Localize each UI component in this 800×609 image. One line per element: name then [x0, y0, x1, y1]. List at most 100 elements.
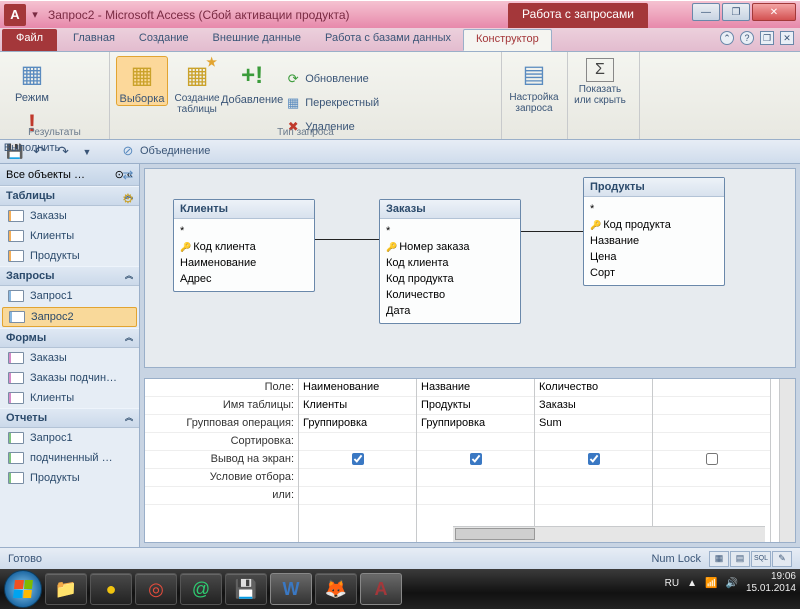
- pivot-view-icon[interactable]: ▤: [730, 551, 750, 567]
- make-table-button[interactable]: ▦★ Создание таблицы: [171, 57, 223, 115]
- table-box-orders[interactable]: Заказы * Номер заказа Код клиента Код пр…: [379, 199, 521, 324]
- workspace: Все объекты … ⊙ « Таблицы︽ Заказы Клиент…: [0, 164, 800, 547]
- taskbar-word[interactable]: W: [270, 573, 312, 605]
- grid-col-3[interactable]: Количество Заказы Sum: [535, 379, 653, 542]
- view-switcher: ▦ ▤ SQL ✎: [709, 551, 792, 567]
- sql-view-icon[interactable]: SQL: [751, 551, 771, 567]
- scrollbar-thumb[interactable]: [455, 528, 535, 540]
- ribbon-help-controls: ⌃ ? ❐ ✕: [720, 31, 794, 45]
- design-view-icon[interactable]: ✎: [772, 551, 792, 567]
- select-query-button[interactable]: ▦ Выборка: [116, 56, 168, 106]
- nav-item-query1[interactable]: Запрос1: [0, 286, 139, 306]
- ribbon-group-setup: ▤ Настройка запроса: [502, 52, 568, 139]
- table-box-header: Заказы: [380, 200, 520, 219]
- nav-item-report-query1[interactable]: Запрос1: [0, 428, 139, 448]
- nav-item-report-sub[interactable]: подчиненный …: [0, 448, 139, 468]
- datasheet-view-icon[interactable]: ▦: [709, 551, 729, 567]
- show-checkbox[interactable]: [588, 453, 600, 465]
- tray-clock[interactable]: 19:06 15.01.2014: [746, 571, 796, 595]
- relationship-line: [521, 231, 583, 232]
- tables-diagram-pane[interactable]: Клиенты * Код клиента Наименование Адрес…: [144, 168, 796, 368]
- taskbar-mail[interactable]: @: [180, 573, 222, 605]
- nav-item-report-products[interactable]: Продукты: [0, 468, 139, 488]
- status-ready: Готово: [8, 553, 42, 565]
- taskbar-access[interactable]: A: [360, 573, 402, 605]
- nav-item-form-clients[interactable]: Клиенты: [0, 388, 139, 408]
- tab-home[interactable]: Главная: [61, 29, 127, 51]
- query-design-grid: Поле: Имя таблицы: Групповая операция: С…: [144, 378, 796, 543]
- table-box-header: Клиенты: [174, 200, 314, 219]
- table-box-clients[interactable]: Клиенты * Код клиента Наименование Адрес: [173, 199, 315, 292]
- nav-item-form-orders[interactable]: Заказы: [0, 348, 139, 368]
- union-button[interactable]: ⊘Объединение: [116, 140, 214, 162]
- query-design-area: Клиенты * Код клиента Наименование Адрес…: [140, 164, 800, 547]
- show-hide-button[interactable]: Σ Показать или скрыть: [574, 56, 626, 106]
- grid-col-2[interactable]: Название Продукты Группировка: [417, 379, 535, 542]
- nav-item-products-table[interactable]: Продукты: [0, 246, 139, 266]
- windows-taskbar: 📁 ● ◎ @ 💾 W 🦊 A RU ▲ 📶 🔊 19:06 15.01.201…: [0, 569, 800, 609]
- append-label: Добавление: [221, 94, 283, 106]
- tray-network-icon[interactable]: 📶: [705, 578, 717, 589]
- query-setup-button[interactable]: ▤ Настройка запроса: [508, 56, 560, 114]
- window-controls: — ❐ ✕: [692, 3, 796, 21]
- view-button[interactable]: ▦ Режим: [6, 56, 58, 104]
- crosstab-button[interactable]: ▦Перекрестный: [281, 92, 383, 114]
- form-icon: [8, 352, 24, 364]
- taskbar-totalcmd[interactable]: 💾: [225, 573, 267, 605]
- taskbar-explorer[interactable]: 📁: [45, 573, 87, 605]
- tray-volume-icon[interactable]: 🔊: [725, 578, 737, 589]
- grid-col-blank[interactable]: [653, 379, 771, 542]
- query-icon: [9, 311, 25, 323]
- start-button[interactable]: [4, 570, 42, 608]
- passthrough-icon: ⇄: [120, 167, 136, 183]
- sigma-icon: Σ: [586, 58, 614, 82]
- tray-lang[interactable]: RU: [665, 578, 679, 589]
- group-label-query-type: Тип запроса: [110, 127, 501, 138]
- qat-customize-icon[interactable]: ▼: [78, 143, 96, 161]
- ribbon-group-query-type: ▦ Выборка ▦★ Создание таблицы +! Добавле…: [110, 52, 502, 139]
- nav-section-queries[interactable]: Запросы︽: [0, 266, 139, 286]
- taskbar-chrome[interactable]: ●: [90, 573, 132, 605]
- make-table-label: Создание таблицы: [175, 93, 220, 115]
- taskbar-firefox[interactable]: 🦊: [315, 573, 357, 605]
- horizontal-scrollbar[interactable]: [453, 526, 765, 542]
- union-icon: ⊘: [120, 143, 136, 159]
- grid-col-1[interactable]: Наименование Клиенты Группировка: [299, 379, 417, 542]
- maximize-button[interactable]: ❐: [722, 3, 750, 21]
- query-setup-label: Настройка запроса: [509, 92, 558, 114]
- view-button-label: Режим: [15, 92, 49, 104]
- nav-item-clients-table[interactable]: Клиенты: [0, 226, 139, 246]
- show-checkbox[interactable]: [706, 453, 718, 465]
- grid-row-labels: Поле: Имя таблицы: Групповая операция: С…: [145, 379, 299, 542]
- minimize-button[interactable]: —: [692, 3, 720, 21]
- table-box-fields: * Номер заказа Код клиента Код продукта …: [380, 219, 520, 323]
- help-icon[interactable]: ?: [740, 31, 754, 45]
- show-checkbox[interactable]: [470, 453, 482, 465]
- table-box-products[interactable]: Продукты * Код продукта Название Цена Со…: [583, 177, 725, 286]
- report-icon: [8, 452, 24, 464]
- nav-item-form-orders-sub[interactable]: Заказы подчин…: [0, 368, 139, 388]
- taskbar-opera[interactable]: ◎: [135, 573, 177, 605]
- mdi-restore-icon[interactable]: ❐: [760, 31, 774, 45]
- file-tab[interactable]: Файл: [2, 29, 57, 51]
- tray-flag-icon[interactable]: ▲: [687, 578, 697, 589]
- nav-section-reports[interactable]: Отчеты︽: [0, 408, 139, 428]
- form-icon: [8, 372, 24, 384]
- app-icon: A: [4, 4, 26, 26]
- show-checkbox[interactable]: [352, 453, 364, 465]
- mdi-close-icon[interactable]: ✕: [780, 31, 794, 45]
- vertical-scrollbar[interactable]: [779, 379, 795, 542]
- append-button[interactable]: +! Добавление: [226, 58, 278, 106]
- update-button[interactable]: ⟳Обновление: [281, 68, 383, 90]
- tab-design[interactable]: Конструктор: [463, 29, 552, 51]
- nav-section-forms[interactable]: Формы︽: [0, 328, 139, 348]
- quick-access-customize-icon[interactable]: ▾: [30, 10, 40, 20]
- datasheet-view-icon: ▦: [16, 58, 48, 90]
- close-button[interactable]: ✕: [752, 3, 796, 21]
- ribbon-minimize-icon[interactable]: ⌃: [720, 31, 734, 45]
- append-icon: +!: [236, 60, 268, 92]
- tab-database-tools[interactable]: Работа с базами данных: [313, 29, 463, 51]
- nav-item-query2[interactable]: Запрос2: [2, 307, 137, 327]
- tab-create[interactable]: Создание: [127, 29, 201, 51]
- tab-external-data[interactable]: Внешние данные: [201, 29, 313, 51]
